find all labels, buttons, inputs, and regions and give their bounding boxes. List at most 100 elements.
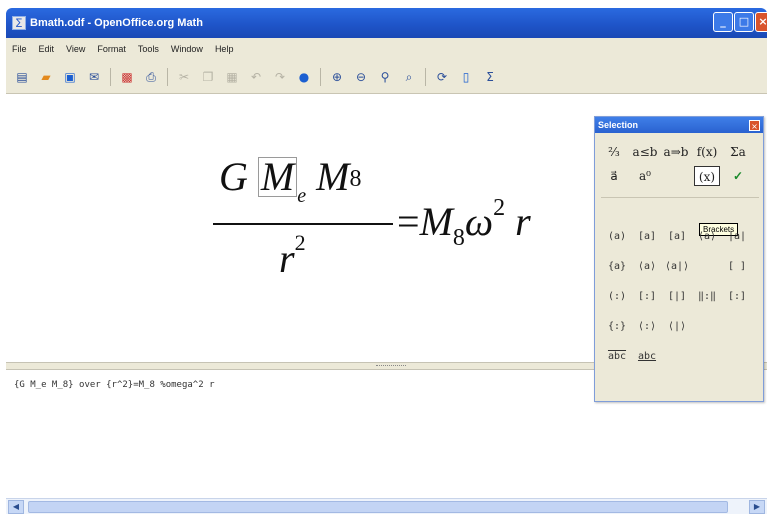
email-icon[interactable]: ✉	[86, 69, 102, 85]
toolbar-separator	[110, 67, 111, 86]
angle-brackets-button[interactable]: ⟨a⟩	[693, 227, 721, 247]
scroll-thumb[interactable]	[28, 501, 728, 513]
menu-file[interactable]: File	[12, 44, 27, 54]
selection-panel-titlebar[interactable]: Selection ×	[595, 117, 763, 133]
formula-symbol-M: M	[260, 154, 295, 199]
selection-panel-close-icon[interactable]: ×	[749, 119, 760, 131]
command-text[interactable]: {G M_e M_8} over {r^2}=M_8 %omega^2 r	[14, 380, 214, 390]
toolbar-separator	[320, 67, 321, 86]
scalable-operator-brackets-button[interactable]: ⟨|⟩	[663, 317, 691, 337]
scroll-left-arrow-icon[interactable]: ◀	[8, 500, 24, 514]
zoom-in-icon[interactable]: ⊕	[329, 69, 345, 85]
category-grid: ⅔ a≤b a⇒b f(x) Σa a⃗ a⁰ (x) ✓	[601, 141, 761, 189]
cut-icon[interactable]: ✂	[176, 69, 192, 85]
formula-cursor-icon[interactable]: ▯	[458, 69, 474, 85]
save-icon[interactable]: ▣	[62, 69, 78, 85]
print-icon[interactable]: ⎙	[143, 69, 159, 85]
formula-rhs: =M8ω2 r	[397, 195, 531, 251]
formula-equals: =	[397, 199, 420, 244]
open-folder-icon[interactable]: ▰	[38, 69, 54, 85]
formula-symbol-G: G	[219, 154, 248, 199]
menu-help[interactable]: Help	[215, 44, 234, 54]
selection-panel: Selection × ⅔ a≤b a⇒b f(x) Σa a⃗ a⁰ (x) …	[594, 116, 764, 402]
panel-divider	[601, 197, 759, 198]
menu-format[interactable]: Format	[97, 44, 126, 54]
others-button[interactable]: a⁰	[632, 166, 658, 186]
relations-button[interactable]: a≤b	[632, 142, 658, 162]
scalable-round-brackets-button[interactable]: (:)	[603, 287, 631, 307]
category-row: ⅔ a≤b a⇒b f(x) Σa	[601, 141, 761, 163]
formula-symbol-r: r	[279, 236, 295, 281]
menu-tools[interactable]: Tools	[138, 44, 159, 54]
paste-icon[interactable]: ▦	[224, 69, 240, 85]
help-icon[interactable]: ●	[296, 69, 312, 85]
fraction-bar	[213, 223, 393, 225]
formats-button[interactable]: ✓	[725, 166, 751, 186]
maximize-button[interactable]: □	[734, 12, 754, 32]
square-brackets-button[interactable]: [a]	[633, 227, 661, 247]
menu-window[interactable]: Window	[171, 44, 203, 54]
undo-icon[interactable]: ↶	[248, 69, 264, 85]
brace-top-button[interactable]: abc	[603, 347, 631, 367]
formula-symbol-r: r	[515, 199, 531, 244]
show-all-icon[interactable]: ⌕	[401, 69, 417, 85]
attributes-button[interactable]: a⃗	[601, 166, 627, 186]
round-brackets-button[interactable]: (a)	[603, 227, 631, 247]
zoom-100-icon[interactable]: ⚲	[377, 69, 393, 85]
selection-panel-title: Selection	[598, 120, 639, 130]
scalable-angle-brackets-button[interactable]: ⟨:⟩	[633, 317, 661, 337]
math-doc-icon: ∑	[12, 16, 26, 30]
formula-subscript-e: e	[297, 185, 307, 207]
scalable-square-brackets-button[interactable]: [:]	[633, 287, 661, 307]
abs-brackets-button[interactable]: |a|	[723, 227, 751, 247]
scalable-double-square-brackets-button[interactable]: [|]	[663, 287, 691, 307]
splitter-grip[interactable]	[376, 365, 406, 367]
operator-row: abc abc	[603, 345, 761, 369]
formula-superscript-2: 2	[493, 195, 506, 221]
minimize-button[interactable]: _	[713, 12, 733, 32]
toolbar-separator	[167, 67, 168, 86]
menu-bar: File Edit View Format Tools Window Help	[6, 38, 767, 60]
title-bar: ∑ Bmath.odf - OpenOffice.org Math _ □ ×	[6, 8, 767, 38]
scalable-norm-brackets-button[interactable]: ‖:‖	[693, 287, 721, 307]
operator-brackets-button[interactable]: ⟨a⟩	[633, 257, 661, 277]
formula-symbol-omega: ω	[464, 199, 494, 244]
new-doc-icon[interactable]: ▤	[14, 69, 30, 85]
formula-subscript-8: 8	[452, 225, 465, 251]
rendered-formula: G Me M8 r2 =M8ω2 r	[209, 153, 609, 353]
menu-view[interactable]: View	[66, 44, 85, 54]
operator-bar-brackets-button[interactable]: ⟨a|⟩	[663, 257, 691, 277]
standard-toolbar: ▤ ▰ ▣ ✉ ▩ ⎙ ✂ ❐ ▦ ↶ ↷ ● ⊕ ⊖ ⚲ ⌕ ⟳ ▯ Σ	[6, 60, 767, 94]
zoom-out-icon[interactable]: ⊖	[353, 69, 369, 85]
export-pdf-icon[interactable]: ▩	[119, 69, 135, 85]
formula-superscript-2: 2	[294, 230, 306, 255]
formula-cursor-box[interactable]: M	[257, 154, 298, 199]
formula-symbol-M: M	[316, 154, 350, 199]
copy-icon[interactable]: ❐	[200, 69, 216, 85]
category-row: a⃗ a⁰ (x) ✓	[601, 165, 761, 187]
formula-denominator: r2	[279, 230, 306, 282]
double-square-brackets-button[interactable]: [a]	[663, 227, 691, 247]
functions-button[interactable]: f(x)	[694, 142, 720, 162]
scroll-right-arrow-icon[interactable]: ▶	[749, 500, 765, 514]
bracket-operator-grid: (a) [a] [a] ⟨a⟩ |a| {a} ⟨a⟩ ⟨a|⟩ [ ] (:)…	[603, 225, 761, 375]
operators-button[interactable]: Σa	[725, 142, 751, 162]
scalable-floor-brackets-button[interactable]: [:]	[723, 287, 751, 307]
curly-brackets-button[interactable]: {a}	[603, 257, 631, 277]
window-bottom-border	[0, 514, 767, 519]
close-button[interactable]: ×	[755, 12, 767, 32]
scalable-curly-brackets-button[interactable]: {:}	[603, 317, 631, 337]
formula-symbol-M: M	[419, 199, 453, 244]
menu-edit[interactable]: Edit	[39, 44, 55, 54]
brace-bottom-button[interactable]: abc	[633, 347, 661, 367]
group-brackets-button[interactable]: [ ]	[723, 257, 751, 277]
operator-row: {:} ⟨:⟩ ⟨|⟩	[603, 315, 761, 339]
formula-subscript-8: 8	[349, 166, 362, 192]
symbols-icon[interactable]: Σ	[482, 69, 498, 85]
update-icon[interactable]: ⟳	[434, 69, 450, 85]
set-operations-button[interactable]: a⇒b	[663, 142, 689, 162]
unary-binary-operators-button[interactable]: ⅔	[601, 142, 627, 162]
horizontal-scrollbar[interactable]: ◀ ▶	[6, 498, 767, 514]
redo-icon[interactable]: ↷	[272, 69, 288, 85]
brackets-button[interactable]: (x)	[694, 166, 720, 186]
